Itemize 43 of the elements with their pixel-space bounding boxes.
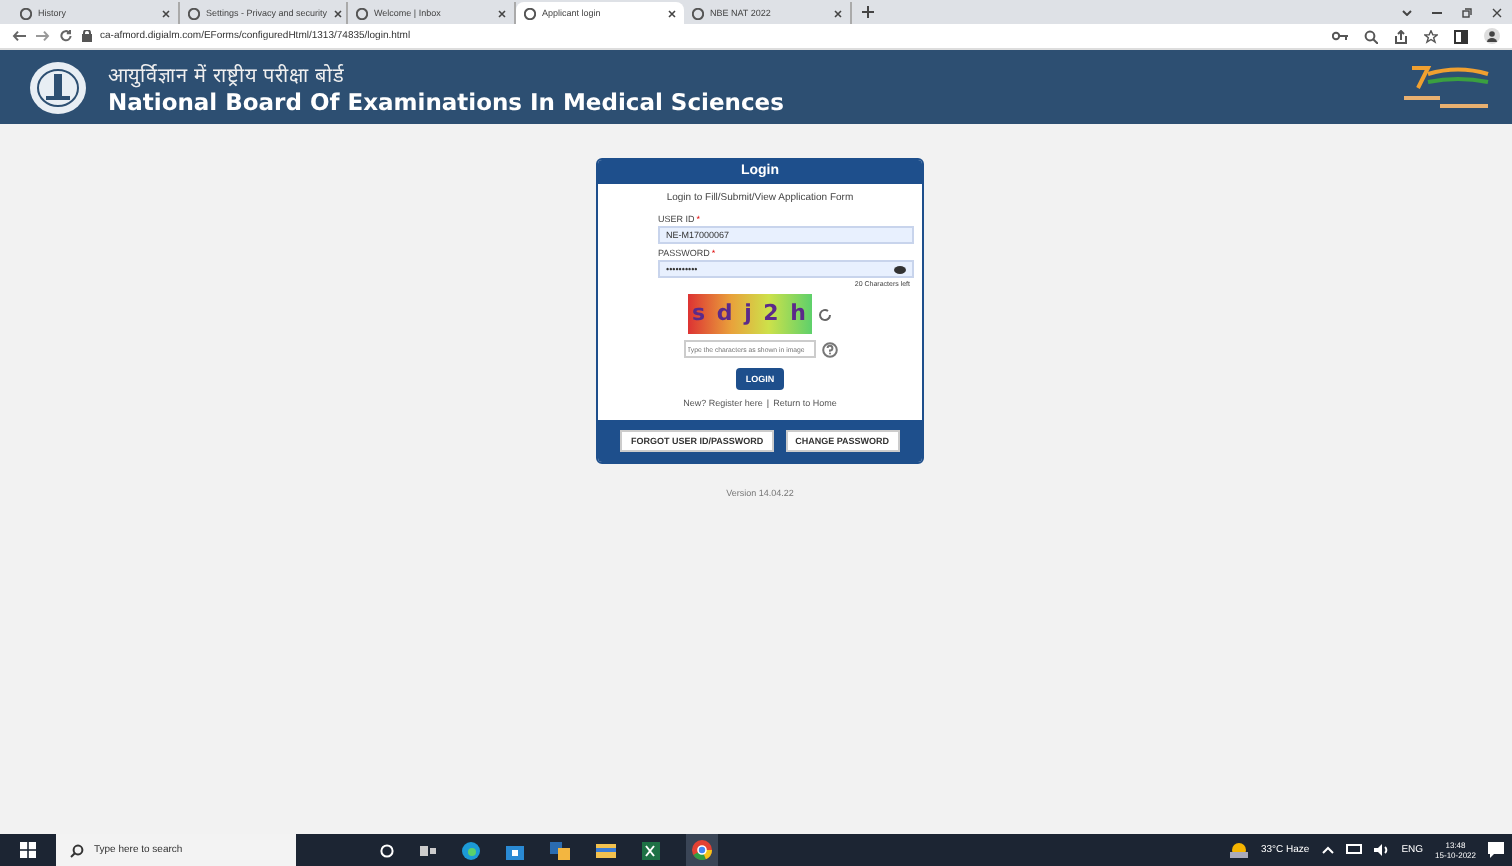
minimize-icon[interactable] <box>1432 11 1442 13</box>
back-icon[interactable] <box>12 30 26 42</box>
share-icon[interactable] <box>1394 29 1408 43</box>
close-icon[interactable] <box>1492 7 1502 17</box>
eye-icon[interactable] <box>894 265 906 273</box>
captcha-image: s d j 2 h <box>688 294 812 334</box>
spreadsheet-icon[interactable] <box>642 841 660 859</box>
folder-icon[interactable] <box>596 842 616 858</box>
close-icon[interactable] <box>333 9 342 17</box>
search-icon <box>70 843 84 857</box>
store-icon[interactable] <box>506 841 524 859</box>
close-icon[interactable] <box>162 9 170 17</box>
restore-icon[interactable] <box>1462 7 1472 17</box>
caret-icon[interactable] <box>1321 846 1334 854</box>
notification-icon[interactable] <box>1488 842 1504 858</box>
windows-start-icon[interactable] <box>20 842 36 858</box>
anniversary-logo-icon <box>1400 61 1492 113</box>
tab-search-icon[interactable] <box>1402 9 1412 15</box>
board-name-hindi: आयुर्विज्ञान में राष्ट्रीय परीक्षा बोर्ड <box>108 62 346 87</box>
reload-icon[interactable] <box>60 30 72 42</box>
new-tab-icon[interactable] <box>862 6 874 18</box>
refresh-icon[interactable] <box>818 307 832 321</box>
speaker-icon[interactable] <box>1373 844 1390 856</box>
lock-icon <box>82 30 92 42</box>
task-view-icon[interactable] <box>420 843 436 857</box>
task-view-circle-icon[interactable] <box>380 843 394 857</box>
chrome-browser-icon[interactable] <box>686 834 718 866</box>
edge-browser-icon[interactable] <box>462 841 480 859</box>
sidebar-icon[interactable] <box>1454 29 1468 43</box>
star-icon[interactable] <box>1424 29 1438 43</box>
emblem-logo-icon <box>28 59 88 115</box>
forward-icon[interactable] <box>36 30 50 42</box>
weather-sun-icon <box>1230 842 1249 858</box>
help-icon[interactable] <box>821 341 837 357</box>
key-icon[interactable] <box>1332 30 1348 42</box>
close-icon[interactable] <box>834 9 842 17</box>
close-icon[interactable] <box>498 9 506 17</box>
board-name: National Board Of Examinations In Medical Sciences <box>108 87 784 115</box>
profile-icon[interactable] <box>1484 28 1500 44</box>
network-icon[interactable] <box>1345 844 1362 856</box>
zoom-icon[interactable] <box>1364 29 1378 43</box>
close-icon[interactable] <box>668 9 676 17</box>
people-icon[interactable] <box>550 841 570 859</box>
